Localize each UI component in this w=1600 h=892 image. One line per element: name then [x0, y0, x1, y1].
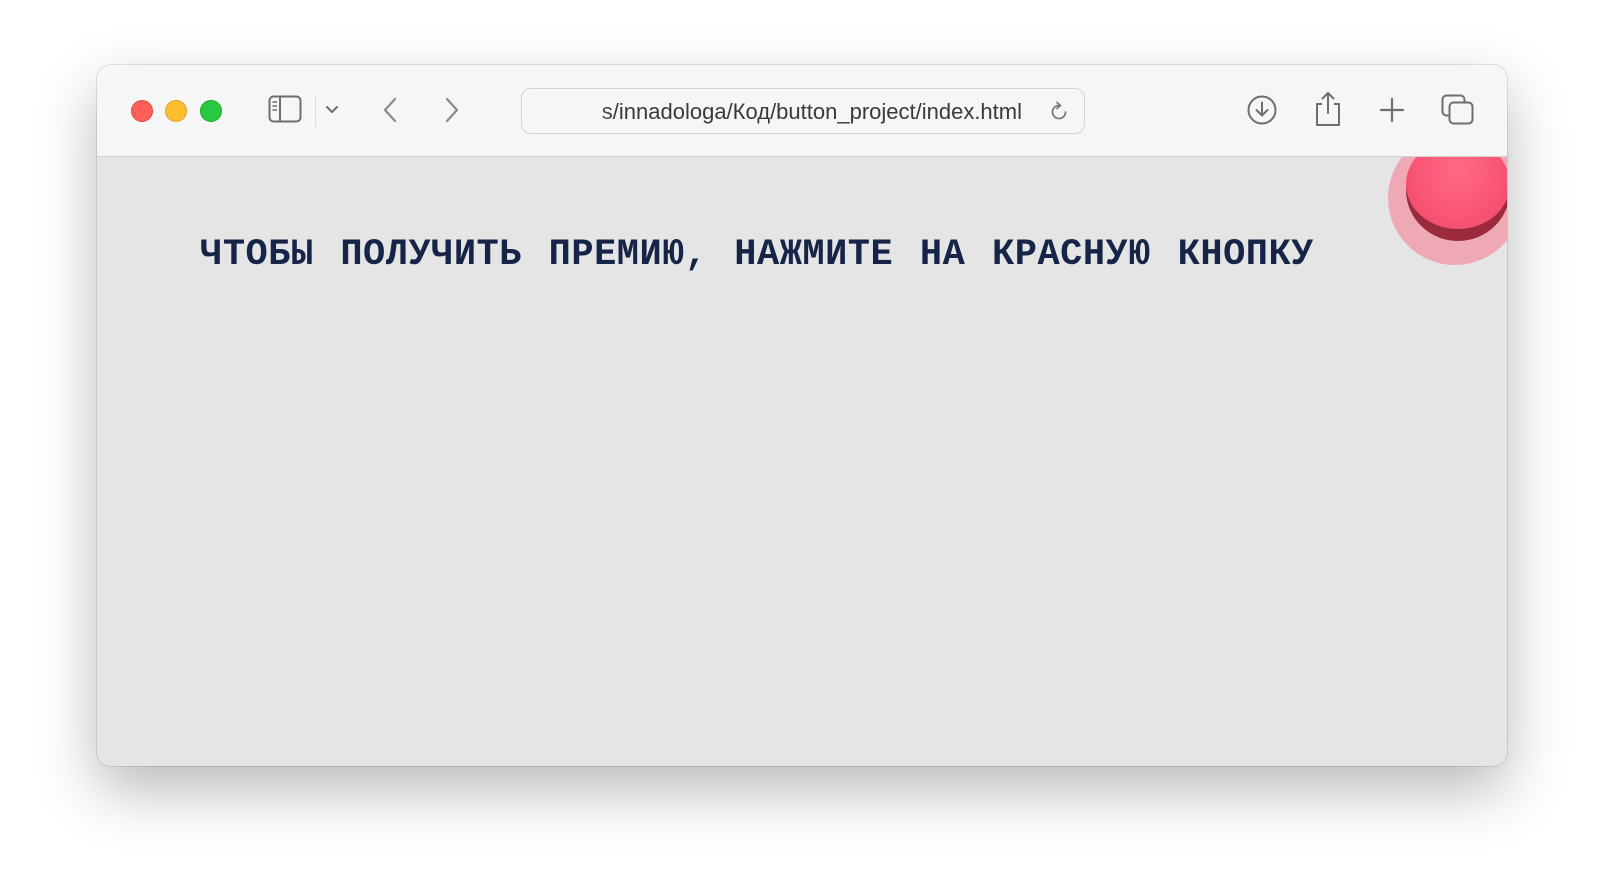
minimize-window-button[interactable] [165, 100, 187, 122]
zoom-window-button[interactable] [200, 100, 222, 122]
download-icon[interactable] [1246, 94, 1278, 126]
tabs-icon[interactable] [1441, 94, 1475, 126]
chevron-down-icon[interactable] [324, 102, 340, 118]
red-button-face[interactable] [1406, 157, 1507, 229]
chevron-right-icon[interactable] [442, 96, 462, 124]
page-content: Чтобы получить премию, нажмите на красну… [97, 157, 1507, 766]
address-bar[interactable]: s/innadologa/Код/button_project/index.ht… [521, 88, 1085, 134]
page-headline: Чтобы получить премию, нажмите на красну… [200, 234, 1314, 276]
toolbar-separator [315, 95, 316, 127]
browser-toolbar: s/innadologa/Код/button_project/index.ht… [97, 65, 1507, 157]
browser-window: s/innadologa/Код/button_project/index.ht… [97, 65, 1507, 766]
url-text[interactable]: s/innadologa/Код/button_project/index.ht… [542, 89, 1022, 135]
reload-icon[interactable] [1048, 101, 1070, 123]
plus-icon[interactable] [1378, 96, 1406, 124]
share-icon[interactable] [1313, 90, 1343, 128]
chevron-left-icon[interactable] [380, 96, 400, 124]
close-window-button[interactable] [131, 100, 153, 122]
sidebar-icon[interactable] [268, 95, 302, 123]
